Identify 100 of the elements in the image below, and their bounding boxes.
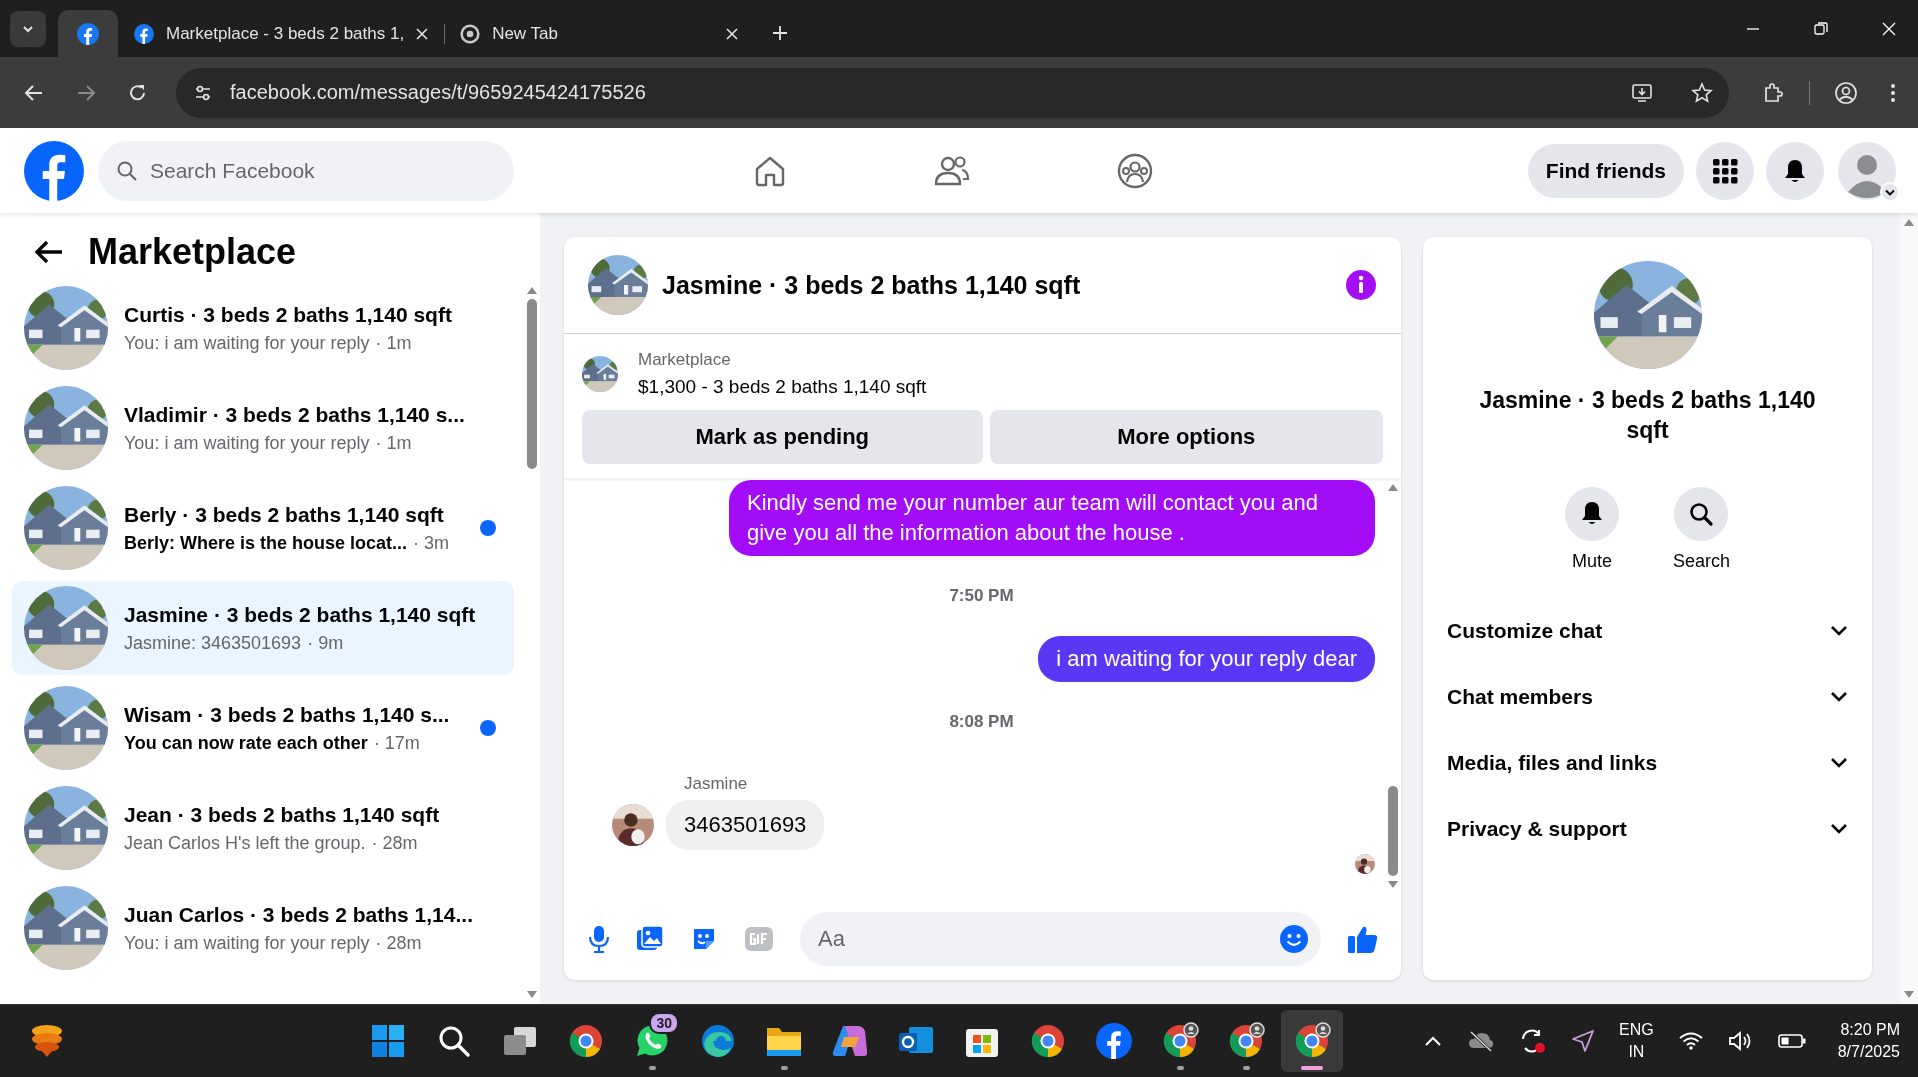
windows-icon (370, 1023, 406, 1059)
wifi-icon[interactable] (1677, 1031, 1704, 1051)
message-preview: Jean Carlos H's left the group. (124, 832, 366, 854)
sync-icon[interactable] (1519, 1028, 1548, 1054)
mute-button[interactable] (1564, 487, 1619, 541)
conversation-title: Jasmine · 3 beds 2 baths 1,140 sqft (1478, 386, 1817, 445)
bell-icon (1782, 157, 1808, 184)
task-view-icon (502, 1024, 538, 1058)
conversation-name: Curtis · 3 beds 2 baths 1,140 sqft (124, 302, 453, 327)
listing-action-button[interactable]: Mark as pending (582, 410, 983, 464)
install-icon[interactable] (1631, 81, 1653, 104)
caret-icon[interactable] (1880, 181, 1900, 202)
facebook-icon (77, 22, 99, 45)
battery-icon[interactable] (1777, 1033, 1806, 1049)
conversation-item[interactable]: Wisam · 3 beds 2 baths 1,140 s... You can now rate each other · 17m (12, 681, 514, 775)
scroll-up-icon[interactable] (526, 285, 538, 295)
search-button[interactable] (1674, 487, 1729, 541)
section-header[interactable]: Privacy & support (1447, 796, 1848, 862)
message-preview: You: i am waiting for your reply (124, 332, 370, 354)
bell-icon (1579, 501, 1604, 527)
chevron-icon[interactable] (1830, 625, 1848, 637)
message-preview: You: i am waiting for your reply (124, 432, 370, 454)
scroll-down-icon[interactable] (1903, 990, 1915, 1000)
conversation-name: Wisam · 3 beds 2 baths 1,140 s... (124, 702, 451, 727)
search-field[interactable]: Search Facebook (98, 140, 514, 201)
conversation-item[interactable]: Jasmine · 3 beds 2 baths 1,140 sqft Jasmine: 3463501693 · 9m (12, 581, 514, 675)
panel-title: Marketplace (88, 231, 297, 273)
message-preview: Berly: Where is the house locat... (124, 532, 408, 554)
back-icon[interactable] (34, 239, 64, 265)
conversation-name: Juan Carlos · 3 beds 2 baths 1,14... (124, 902, 474, 927)
scrollbar-thumb[interactable] (1388, 786, 1398, 876)
conversation-item[interactable]: Juan Carlos · 3 beds 2 baths 1,14... You: i am waiting for your reply · 28m (12, 881, 514, 975)
taskbar-app[interactable] (1281, 1010, 1343, 1072)
forward-icon[interactable] (76, 82, 96, 103)
close-icon[interactable] (726, 27, 739, 40)
facebook-logo-icon[interactable] (24, 140, 84, 201)
back-icon[interactable] (24, 82, 44, 103)
message-time: · 28m (371, 832, 418, 854)
microphone-icon[interactable] (588, 925, 610, 953)
star-icon[interactable] (1691, 81, 1713, 104)
conversation-name: Jean · 3 beds 2 baths 1,140 sqft (124, 802, 441, 827)
section-header[interactable]: Media, files and links (1447, 730, 1848, 796)
chevron-icon[interactable] (1830, 823, 1848, 835)
scroll-down-icon[interactable] (1387, 880, 1399, 890)
close-icon[interactable] (416, 27, 429, 40)
browser-tab[interactable]: New Tab (444, 10, 755, 57)
message-preview: Jasmine: 3463501693 (124, 632, 302, 654)
section-header[interactable]: Chat members (1447, 664, 1848, 730)
message-time: · 9m (307, 632, 344, 654)
message-preview: You: i am waiting for your reply (124, 932, 370, 954)
conversation-item[interactable]: Curtis · 3 beds 2 baths 1,140 sqft You: i am waiting for your reply · 1m (12, 281, 514, 375)
conversation-name: Berly · 3 beds 2 baths 1,140 sqft (124, 502, 445, 527)
message-time: · 1m (375, 332, 412, 354)
more-icon[interactable] (1890, 81, 1896, 104)
emoji-icon[interactable] (1279, 924, 1309, 954)
incoming-message: 3463501693 (666, 800, 825, 850)
notification-badge: 30 (649, 1012, 679, 1034)
pinned-tab[interactable] (58, 10, 118, 57)
profile-icon[interactable] (1834, 80, 1858, 105)
message-field[interactable]: Aa (800, 912, 1321, 966)
facebook-icon (134, 23, 154, 44)
scrollbar-track[interactable] (1900, 213, 1918, 1004)
new-tab-icon[interactable] (772, 25, 789, 41)
thumbs-up-icon[interactable] (1347, 924, 1379, 954)
edge-icon (699, 1022, 737, 1060)
search-icon (1688, 501, 1715, 527)
chat-title: Jasmine · 3 beds 2 baths 1,140 sqft (662, 270, 1082, 300)
location-icon[interactable] (1571, 1029, 1596, 1053)
grid-icon (1712, 157, 1738, 184)
timestamp: 8:08 PM (949, 712, 1014, 732)
message-time: · 28m (375, 932, 422, 954)
info-icon[interactable] (1345, 269, 1377, 301)
address-bar[interactable]: facebook.com/messages/t/9659245424175526 (176, 67, 1729, 118)
scroll-up-icon[interactable] (1903, 217, 1915, 227)
message-time: · 17m (373, 732, 420, 754)
listing-price: $1,300 - 3 beds 2 baths 1,140 sqft (638, 376, 927, 398)
conversation-item[interactable]: Berly · 3 beds 2 baths 1,140 sqft Berly: Where is the house locat... · 3m (12, 481, 514, 575)
listing-action-button[interactable]: More options (989, 410, 1383, 464)
language-indicator[interactable]: ENG IN (1619, 1019, 1654, 1063)
conversation-item[interactable]: Jean · 3 beds 2 baths 1,140 sqft Jean Carlos H's left the group. · 28m (12, 781, 514, 875)
section-header[interactable]: Customize chat (1447, 598, 1848, 664)
cloud-icon[interactable] (1467, 1030, 1496, 1052)
restore-icon[interactable] (1814, 21, 1828, 36)
image-icon[interactable] (636, 925, 664, 953)
reload-icon[interactable] (128, 82, 148, 103)
find-friends-button[interactable]: Find friends (1527, 143, 1684, 198)
groups-icon[interactable] (1116, 151, 1154, 190)
button-label: Mute (1571, 551, 1612, 572)
taskbar-app[interactable]: 30 (621, 1010, 683, 1072)
scrollbar-thumb[interactable] (527, 299, 537, 469)
browser-tab[interactable]: Marketplace - 3 beds 2 baths 1, (118, 10, 445, 57)
conversation-name: Jasmine · 3 beds 2 baths 1,140 sqft (124, 602, 477, 627)
copilot-icon (831, 1023, 869, 1059)
scroll-down-icon[interactable] (526, 990, 538, 1000)
chevron-icon[interactable] (1830, 691, 1848, 703)
scroll-up-icon[interactable] (1387, 482, 1399, 492)
clock[interactable]: 8:20 PM 8/7/2025 (1837, 1019, 1900, 1063)
conversation-item[interactable]: Vladimir · 3 beds 2 baths 1,140 s... You: i am waiting for your reply · 1m (12, 381, 514, 475)
outgoing-message: i am waiting for your reply dear (1038, 636, 1375, 682)
chevron-icon[interactable] (1830, 757, 1848, 769)
